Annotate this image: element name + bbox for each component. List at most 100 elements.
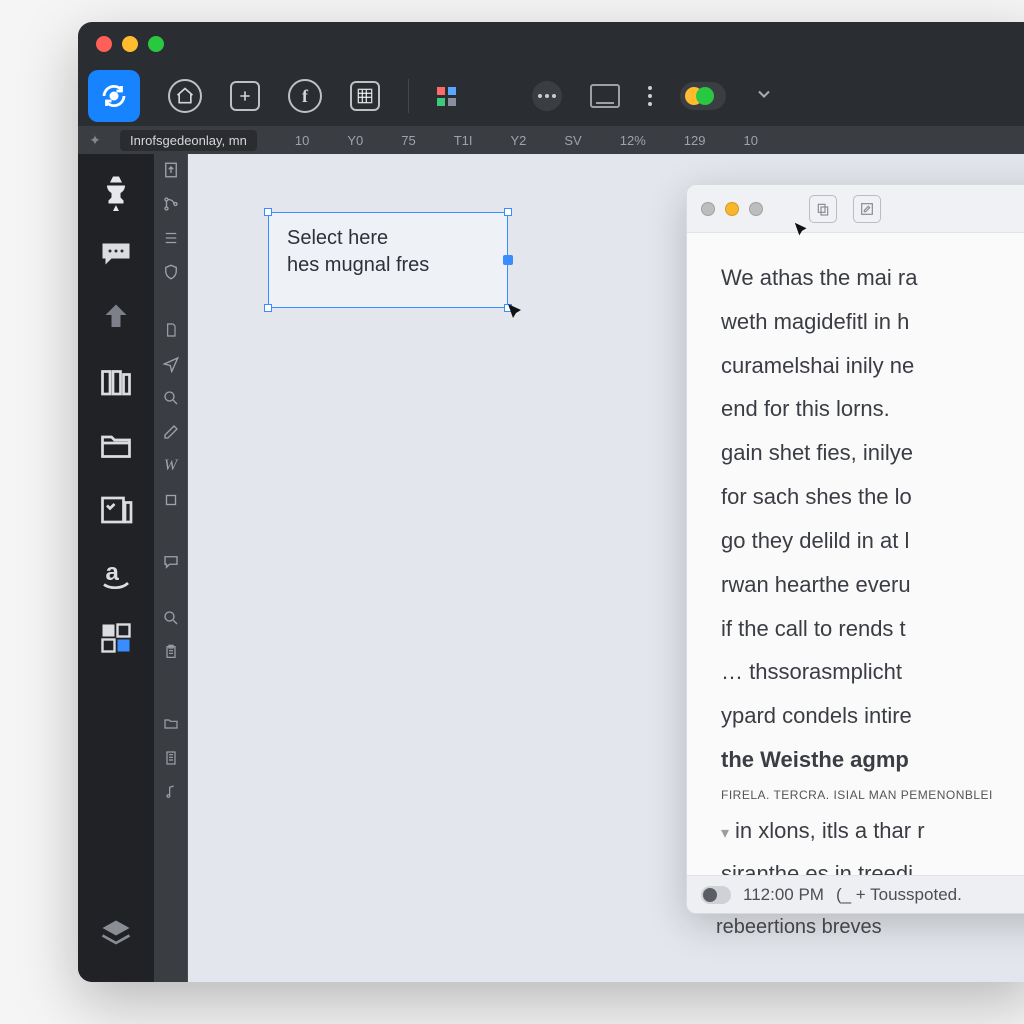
amazon-a-icon: a [98, 556, 134, 592]
clipboard-icon [163, 643, 179, 661]
content-area: ▲ a [78, 154, 1024, 982]
sidebar-upload-button[interactable] [98, 300, 134, 336]
calendar-grid-button[interactable] [350, 81, 380, 111]
export-icon [162, 161, 180, 179]
sidebar-layers-button[interactable] [98, 916, 134, 952]
ruler-origin-button[interactable]: ✦ [78, 126, 112, 154]
list-lines-icon [162, 229, 180, 247]
resize-handle-tr[interactable] [504, 208, 512, 216]
notes-line: if the call to rends t [721, 610, 1024, 648]
eraser-tool[interactable] [161, 422, 181, 442]
resize-handle-bl[interactable] [264, 304, 272, 312]
notebook-tool[interactable] [161, 748, 181, 768]
music-note-icon [163, 783, 179, 801]
resize-handle-tl[interactable] [264, 208, 272, 216]
more-options-button[interactable] [532, 81, 562, 111]
plane-tool[interactable] [161, 354, 181, 374]
wave-tool[interactable]: W [161, 456, 181, 476]
search-icon [162, 389, 180, 407]
ruler-tick: 10 [743, 133, 757, 148]
sidebar-library-button[interactable] [98, 364, 134, 400]
sidebar-messages-button[interactable] [98, 236, 134, 272]
theme-toggle[interactable] [680, 82, 726, 110]
page-tool[interactable] [161, 320, 181, 340]
camera-sync-icon [99, 81, 129, 111]
chat-tool[interactable] [161, 552, 181, 572]
calendar-grid-icon [357, 88, 373, 104]
notes-body[interactable]: We athas the mai ra weth magidefitl in h… [687, 233, 1024, 875]
ruler-tick: 75 [401, 133, 415, 148]
workspace: W Select here hes mugnal fres [154, 154, 1024, 982]
music-tool[interactable] [161, 782, 181, 802]
minimize-window-button[interactable] [122, 36, 138, 52]
clipboard-tool[interactable] [161, 642, 181, 662]
ruler-tick: Y2 [510, 133, 526, 148]
notes-copy-button[interactable] [809, 195, 837, 223]
overflow-text: rebeertions breves [716, 916, 882, 939]
crop-icon [162, 491, 180, 509]
chevron-down-icon[interactable]: ▾ [721, 825, 729, 842]
notes-toggle[interactable] [701, 886, 731, 904]
export-tool[interactable] [161, 160, 181, 180]
titlebar [78, 22, 1024, 66]
f-icon: f [302, 86, 308, 107]
add-document-button[interactable] [230, 81, 260, 111]
search-tool[interactable] [161, 388, 181, 408]
zoom-tool[interactable] [161, 608, 181, 628]
display-mode-button[interactable] [590, 84, 620, 108]
zoom-icon [162, 609, 180, 627]
cursor-arrow-icon [793, 221, 811, 239]
sidebar-tasks-button[interactable] [98, 492, 134, 528]
notes-close-button[interactable] [701, 202, 715, 216]
notes-line: weth magidefitl in h [721, 303, 1024, 341]
app-logo-button[interactable] [88, 70, 140, 122]
status-extra: (_ + Tousspoted. [836, 885, 962, 905]
up-caret-icon: ▲ [111, 203, 121, 214]
folder-open-icon [98, 428, 134, 464]
document-tab[interactable]: Inrofsgedeonlay, mn [120, 130, 257, 151]
notes-line: end for this lorns. [721, 390, 1024, 428]
sidebar-layout-button[interactable] [98, 620, 134, 656]
notes-panel-header [687, 185, 1024, 233]
notes-line: … thssorasmplicht [721, 653, 1024, 691]
notes-edit-button[interactable] [853, 195, 881, 223]
eraser-icon [162, 423, 180, 441]
dropdown-chevron-button[interactable] [754, 84, 774, 109]
close-window-button[interactable] [96, 36, 112, 52]
home-button[interactable] [168, 79, 202, 113]
notes-maximize-button[interactable] [749, 202, 763, 216]
layers-icon [98, 916, 134, 952]
shield-tool[interactable] [161, 262, 181, 282]
panel-cursor [793, 221, 811, 239]
selected-text-frame[interactable]: Select here hes mugnal fres [268, 212, 508, 308]
notes-panel: We athas the mai ra weth magidefitl in h… [686, 184, 1024, 914]
open-folder-tool[interactable] [161, 714, 181, 734]
sidebar-amazon-button[interactable]: a [98, 556, 134, 592]
sidebar-folder-button[interactable] [98, 428, 134, 464]
notes-line: for sach shes the lo [721, 478, 1024, 516]
canvas[interactable]: Select here hes mugnal fres [188, 154, 1024, 982]
notes-minimize-button[interactable] [725, 202, 739, 216]
svg-text:a: a [106, 559, 120, 586]
page-icon [163, 321, 179, 339]
notes-line: We athas the mai ra [721, 259, 1024, 297]
crop-tool[interactable] [161, 490, 181, 510]
list-tool[interactable] [161, 228, 181, 248]
w-letter-icon: W [164, 457, 177, 475]
home-icon [175, 86, 195, 106]
notes-line: ▾in xlons, itls a thar r [721, 812, 1024, 850]
facebook-button[interactable]: f [288, 79, 322, 113]
ruler-tick: 129 [684, 133, 706, 148]
sidebar-chess-button[interactable]: ▲ [98, 172, 134, 208]
chevron-down-icon [754, 84, 774, 104]
sidebar: ▲ a [78, 154, 154, 982]
plus-icon [237, 88, 253, 104]
chat-outline-icon [162, 553, 180, 571]
resize-handle-mr[interactable] [503, 255, 513, 265]
kebab-menu-button[interactable] [648, 86, 652, 106]
maximize-window-button[interactable] [148, 36, 164, 52]
send-icon [162, 355, 180, 373]
branch-tool[interactable] [161, 194, 181, 214]
horizontal-ruler[interactable]: Inrofsgedeonlay, mn 10 Y0 75 T1I Y2 SV 1… [112, 126, 1024, 154]
color-apps-button[interactable] [437, 87, 456, 106]
